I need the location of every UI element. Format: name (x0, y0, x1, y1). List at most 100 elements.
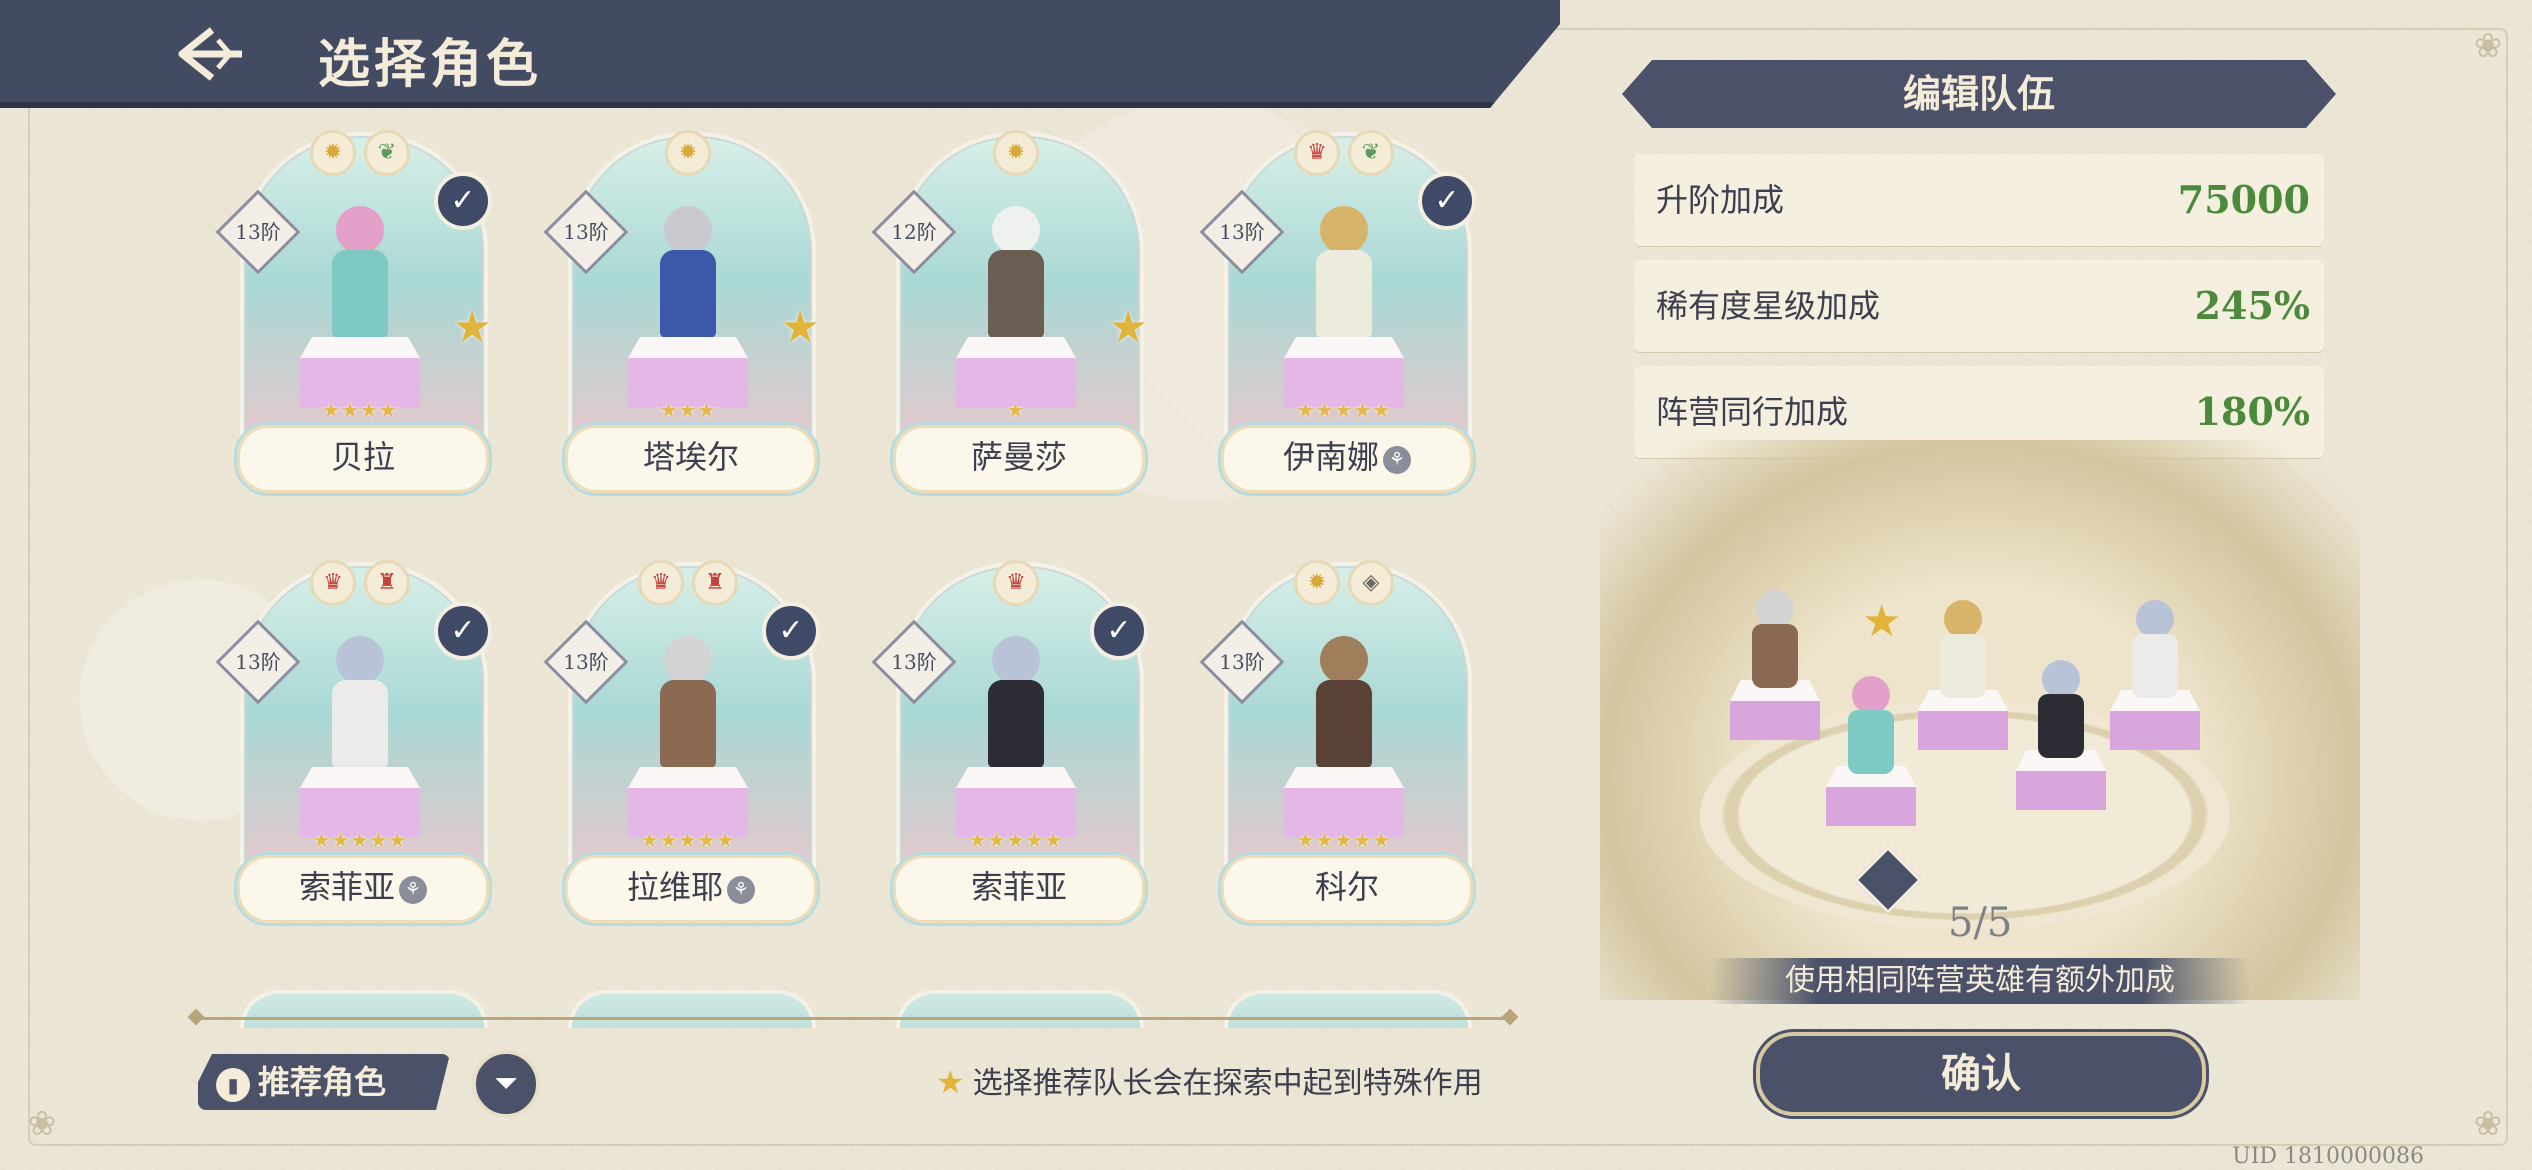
star-rating: ★★★★★ (312, 828, 408, 852)
selected-check-icon: ✓ (1418, 172, 1476, 230)
character-name-plate: 索菲亚 (890, 852, 1148, 926)
character-card-peek[interactable] (896, 990, 1144, 1028)
leader-star-icon: ★ (936, 1063, 965, 1101)
selected-check-icon: ✓ (434, 172, 492, 230)
character-sprite (318, 202, 402, 352)
character-card-4[interactable]: ♛ ❦ 13阶 ✓ ★★★★★ 伊南娜 ⚘ (1199, 130, 1476, 496)
bonus-value: 75000 (2177, 177, 2310, 222)
bonus-value: 245% (2194, 283, 2310, 328)
pedestal (1284, 337, 1404, 407)
team-member-sprite[interactable] (1826, 676, 1916, 826)
star-rating: ★★★★★ (1296, 398, 1392, 422)
leader-star-icon: ★ (780, 302, 820, 353)
team-member-sprite[interactable] (1918, 600, 2008, 750)
star-rating: ★★★★★ (968, 828, 1064, 852)
user-id: UID 1810000086 (2232, 1144, 2424, 1169)
faction-tag-icon: ⚘ (1383, 445, 1411, 474)
leader-star-icon: ★ (452, 302, 492, 353)
character-card-7[interactable]: ♛ 13阶 ✓ ★★★★★ 索菲亚 (871, 560, 1148, 926)
recommend-characters-button[interactable]: ▮ 推荐角色 (198, 1054, 450, 1110)
card-badges: ♛ (890, 560, 1142, 606)
corner-ornament-top-right: ❀ (2473, 26, 2503, 66)
pedestal (300, 337, 420, 407)
faction-tag-icon: ⚘ (727, 875, 755, 904)
character-card-5[interactable]: ♛ ♜ 13阶 ✓ ★★★★★ 索菲亚 ⚘ (215, 560, 492, 926)
character-name: 拉维耶 (626, 868, 723, 906)
character-sprite (974, 202, 1058, 352)
character-name-plate: 贝拉 (234, 422, 492, 496)
corner-ornament-bottom-left: ❀ (27, 1104, 57, 1144)
character-name: 贝拉 (330, 438, 395, 476)
selected-check-icon: ✓ (762, 602, 820, 660)
back-arrow-icon (178, 27, 242, 81)
character-card-8[interactable]: ✹ ◈ 13阶 ★★★★★ 科尔 (1199, 560, 1476, 926)
character-name-plate: 塔埃尔 (562, 422, 820, 496)
character-card-peek[interactable] (240, 990, 488, 1028)
pedestal (1284, 767, 1404, 837)
crown-badge-icon: ♛ (638, 560, 684, 606)
character-sprite (1302, 202, 1386, 352)
bar-chart-icon: ▮ (216, 1068, 250, 1102)
selected-check-icon: ✓ (1090, 602, 1148, 660)
card-badges: ✹ ❦ (234, 130, 486, 176)
character-name: 伊南娜 (1282, 438, 1379, 476)
character-card-2[interactable]: ✹ 13阶 ★ ★★★ 塔埃尔 (543, 130, 820, 496)
star-rating: ★★★★★ (1296, 828, 1392, 852)
character-name: 索菲亚 (970, 868, 1067, 906)
pedestal (956, 337, 1076, 407)
header-bar: 选择角色 (0, 0, 1560, 108)
sun-badge-icon: ✹ (1294, 560, 1340, 606)
edit-team-title-bar: 编辑队伍 (1622, 60, 2336, 128)
card-badges: ✹ (890, 130, 1142, 176)
card-badges: ♛ ❦ (1218, 130, 1470, 176)
team-member-sprite[interactable] (2110, 600, 2200, 750)
star-rating: ★★★★★ (640, 828, 736, 852)
bonus-label: 升阶加成 (1656, 181, 1785, 219)
character-name-plate: 拉维耶 ⚘ (562, 852, 820, 926)
character-name: 塔埃尔 (642, 438, 739, 476)
crown-badge-icon: ♛ (310, 560, 356, 606)
list-divider (196, 1017, 1510, 1020)
crown-badge-icon: ♛ (1294, 130, 1340, 176)
back-button[interactable] (172, 22, 248, 86)
bonus-label: 稀有度星级加成 (1656, 287, 1881, 325)
team-member-sprite[interactable] (2016, 660, 2106, 810)
character-sprite (646, 632, 730, 782)
faction-tip: 使用相同阵营英雄有额外加成 (1710, 958, 2250, 1004)
recommend-label: 推荐角色 (258, 1063, 387, 1101)
star-rating: ★★★★ (322, 398, 398, 422)
character-sprite (646, 202, 730, 352)
star-rating: ★ (1006, 398, 1026, 422)
pedestal (628, 337, 748, 407)
tower-badge-icon: ♜ (364, 560, 410, 606)
character-sprite (318, 632, 402, 782)
leaf-badge-icon: ❦ (364, 130, 410, 176)
character-name: 萨曼莎 (970, 438, 1067, 476)
team-member-sprite[interactable] (1730, 590, 1820, 740)
character-card-peek[interactable] (568, 990, 816, 1028)
character-card-peek[interactable] (1224, 990, 1472, 1028)
hint-text: 选择推荐队长会在探索中起到特殊作用 (972, 1066, 1483, 1101)
bonus-row-rarity: 稀有度星级加成 245% (1634, 260, 2324, 352)
character-name-plate: 萨曼莎 (890, 422, 1148, 496)
tower-badge-icon: ♜ (692, 560, 738, 606)
sun-badge-icon: ✹ (665, 130, 711, 176)
faction-tag-icon: ⚘ (399, 875, 427, 904)
corner-ornament-bottom-right: ❀ (2473, 1104, 2503, 1144)
star-rating: ★★★ (659, 398, 717, 422)
card-badges: ✹ (562, 130, 814, 176)
character-name-plate: 索菲亚 ⚘ (234, 852, 492, 926)
diamond-badge-icon: ◈ (1348, 560, 1394, 606)
confirm-button[interactable]: 确认 (1756, 1032, 2206, 1116)
character-card-6[interactable]: ♛ ♜ 13阶 ✓ ★★★★★ 拉维耶 ⚘ (543, 560, 820, 926)
character-card-1[interactable]: ✹ ❦ 13阶 ✓ ★ ★★★★ 贝拉 (215, 130, 492, 496)
pedestal (300, 767, 420, 837)
filter-button[interactable]: ⏷ (472, 1050, 540, 1118)
character-name: 索菲亚 (298, 868, 395, 906)
character-name: 科尔 (1314, 868, 1379, 906)
character-card-3[interactable]: ✹ 12阶 ★ ★ 萨曼莎 (871, 130, 1148, 496)
card-badges: ♛ ♜ (234, 560, 486, 606)
sun-badge-icon: ✹ (310, 130, 356, 176)
selected-check-icon: ✓ (434, 602, 492, 660)
edit-team-title: 编辑队伍 (1902, 71, 2055, 116)
